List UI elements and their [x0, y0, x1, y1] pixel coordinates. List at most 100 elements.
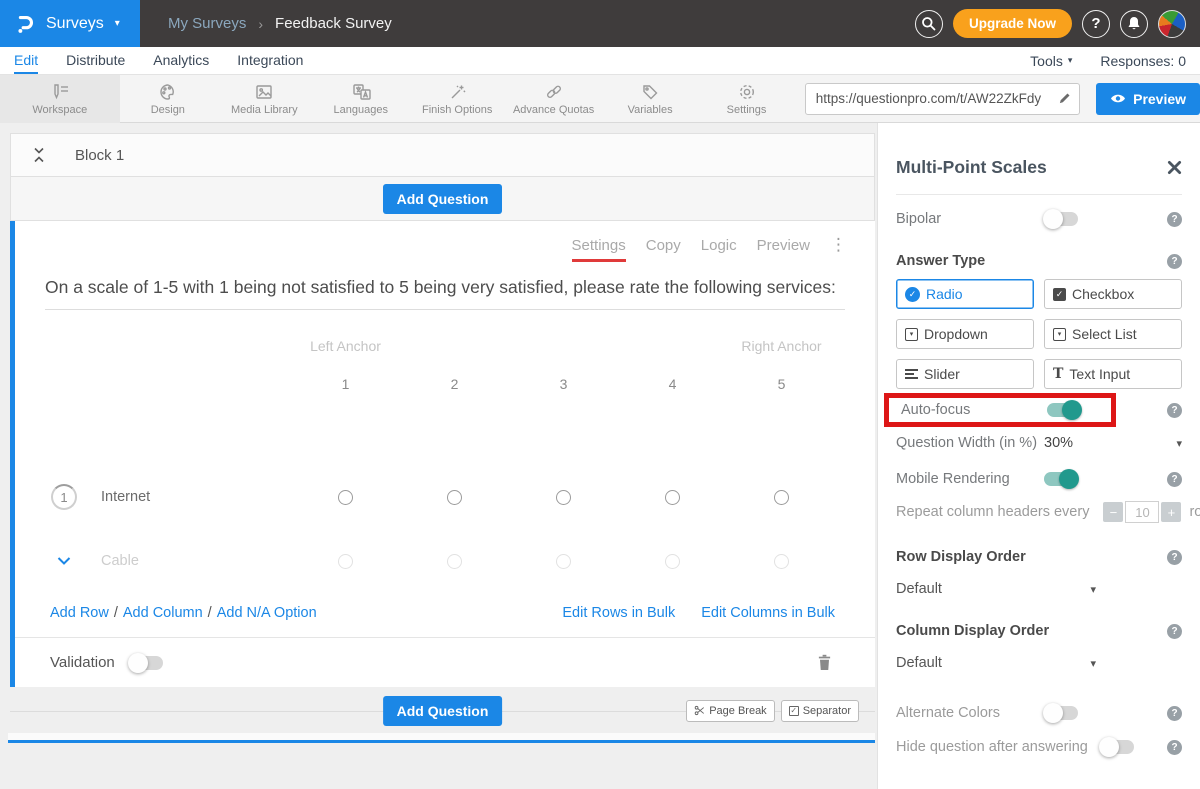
delete-question-button[interactable] — [817, 654, 832, 671]
help-icon[interactable]: ? — [1167, 254, 1182, 269]
gap-strip — [8, 733, 875, 740]
toolbar-item-media-library[interactable]: Media Library — [216, 75, 312, 123]
survey-url[interactable]: https://questionpro.com/t/AW22ZkFdy — [806, 91, 1049, 106]
hide-question-toggle[interactable] — [1100, 740, 1134, 754]
question-width-row: Question Width (in %) 30% ▾ — [896, 431, 1182, 455]
breadcrumb-my-surveys[interactable]: My Surveys — [168, 15, 246, 32]
radio-option[interactable] — [447, 554, 462, 569]
tab-distribute[interactable]: Distribute — [66, 47, 125, 74]
toolbar-item-label: Finish Options — [422, 104, 492, 116]
help-icon[interactable]: ? — [1167, 550, 1182, 565]
right-anchor-label[interactable]: Right Anchor — [741, 338, 821, 354]
radio-option[interactable] — [665, 554, 680, 569]
help-icon[interactable]: ? — [1167, 740, 1182, 755]
row-label[interactable]: Internet — [101, 489, 150, 505]
radio-option[interactable] — [338, 554, 353, 569]
tab-edit[interactable]: Edit — [14, 47, 38, 74]
column-header[interactable]: 5 — [778, 376, 786, 392]
answer-type-text-input[interactable]: T Text Input — [1044, 359, 1182, 389]
edit-columns-in-bulk-link[interactable]: Edit Columns in Bulk — [701, 605, 835, 621]
stepper-minus-button[interactable]: − — [1103, 502, 1123, 522]
column-display-order-row: Column Display Order ? — [896, 623, 1182, 639]
alternate-colors-toggle[interactable] — [1044, 706, 1078, 720]
column-header[interactable]: 2 — [451, 376, 459, 392]
help-icon[interactable]: ? — [1167, 624, 1182, 639]
help-icon[interactable]: ? — [1167, 403, 1182, 418]
edit-rows-in-bulk-link[interactable]: Edit Rows in Bulk — [562, 605, 675, 621]
help-button[interactable]: ? — [1082, 10, 1110, 38]
column-header[interactable]: 1 — [342, 376, 350, 392]
tools-dropdown[interactable]: Tools ▾ — [1030, 53, 1072, 69]
question-tabs: Settings Copy Logic Preview ⋮ — [15, 221, 875, 262]
toolbar-item-variables[interactable]: Variables — [602, 75, 698, 123]
add-na-option-link[interactable]: Add N/A Option — [217, 605, 317, 621]
notifications-button[interactable] — [1120, 10, 1148, 38]
collapse-block-icon[interactable] — [33, 147, 45, 163]
upgrade-now-button[interactable]: Upgrade Now — [953, 9, 1072, 38]
radio-option[interactable] — [556, 554, 571, 569]
answer-type-slider[interactable]: Slider — [896, 359, 1034, 389]
radio-option[interactable] — [556, 490, 571, 505]
row-expand-button[interactable] — [51, 557, 77, 565]
stepper-plus-button[interactable]: + — [1161, 502, 1181, 522]
toolbar-item-workspace[interactable]: Workspace — [0, 75, 120, 123]
radio-option[interactable] — [774, 490, 789, 505]
radio-option[interactable] — [665, 490, 680, 505]
question-width-value[interactable]: 30% — [1044, 435, 1073, 451]
mobile-rendering-toggle[interactable] — [1044, 472, 1078, 486]
tab-analytics[interactable]: Analytics — [153, 47, 209, 74]
question-text[interactable]: On a scale of 1-5 with 1 being not satis… — [45, 274, 845, 301]
question-tab-preview[interactable]: Preview — [757, 237, 810, 262]
close-icon[interactable] — [1167, 160, 1182, 175]
auto-focus-toggle[interactable] — [1047, 403, 1081, 417]
preview-label: Preview — [1133, 91, 1186, 107]
row-display-order-select[interactable]: Default ▾ — [896, 581, 1096, 597]
toolbar-item-design[interactable]: Design — [120, 75, 216, 123]
separator-button[interactable]: ✓ Separator — [781, 700, 859, 722]
column-header-row: 1 2 3 4 5 — [51, 376, 836, 392]
add-question-button-bottom[interactable]: Add Question — [383, 696, 503, 726]
answer-type-dropdown[interactable]: ▾ Dropdown — [896, 319, 1034, 349]
column-header[interactable]: 3 — [560, 376, 568, 392]
question-tab-copy[interactable]: Copy — [646, 237, 681, 262]
help-icon[interactable]: ? — [1167, 472, 1182, 487]
validation-toggle[interactable] — [129, 656, 163, 670]
help-icon[interactable]: ? — [1167, 212, 1182, 227]
app-menu-surveys[interactable]: Surveys ▾ — [0, 0, 140, 47]
toolbar-item-settings[interactable]: Settings — [698, 75, 794, 123]
edit-url-button[interactable] — [1049, 84, 1079, 114]
question-tab-settings[interactable]: Settings — [572, 237, 626, 262]
radio-option[interactable] — [447, 490, 462, 505]
tabbar-right: Tools ▾ Responses: 0 — [1030, 47, 1186, 74]
toolbar-item-label: Languages — [334, 104, 388, 116]
avatar[interactable] — [1158, 10, 1186, 38]
answer-type-checkbox[interactable]: ✓ Checkbox — [1044, 279, 1182, 309]
answer-type-radio[interactable]: ✓ Radio — [896, 279, 1034, 309]
row-label[interactable]: Cable — [101, 553, 139, 569]
answer-type-select-list[interactable]: ▾ Select List — [1044, 319, 1182, 349]
help-icon[interactable]: ? — [1167, 706, 1182, 721]
preview-button[interactable]: Preview — [1096, 83, 1200, 115]
row-links: Add Row / Add Column / Add N/A Option Ed… — [50, 605, 835, 621]
add-row-link[interactable]: Add Row — [50, 605, 109, 621]
radio-option[interactable] — [774, 554, 789, 569]
column-header[interactable]: 4 — [669, 376, 677, 392]
question-more-menu-icon[interactable]: ⋮ — [830, 236, 847, 253]
tab-integration[interactable]: Integration — [237, 47, 303, 74]
question-width-label: Question Width (in %) — [896, 435, 1044, 451]
question-tab-logic[interactable]: Logic — [701, 237, 737, 262]
add-column-link[interactable]: Add Column — [123, 605, 203, 621]
add-question-button-top[interactable]: Add Question — [383, 184, 503, 214]
radio-option[interactable] — [338, 490, 353, 505]
stepper-value[interactable]: 10 — [1125, 501, 1159, 523]
toolbar-item-advance-quotas[interactable]: Advance Quotas — [505, 75, 601, 123]
chevron-down-icon[interactable]: ▾ — [1176, 437, 1182, 450]
left-anchor-label[interactable]: Left Anchor — [310, 338, 381, 354]
answer-type-label: Slider — [924, 366, 960, 382]
toolbar-item-languages[interactable]: Languages — [313, 75, 409, 123]
search-button[interactable] — [915, 10, 943, 38]
toolbar-item-finish-options[interactable]: Finish Options — [409, 75, 505, 123]
column-display-order-select[interactable]: Default ▾ — [896, 655, 1096, 671]
bipolar-toggle[interactable] — [1044, 212, 1078, 226]
page-break-button[interactable]: Page Break — [686, 700, 774, 722]
